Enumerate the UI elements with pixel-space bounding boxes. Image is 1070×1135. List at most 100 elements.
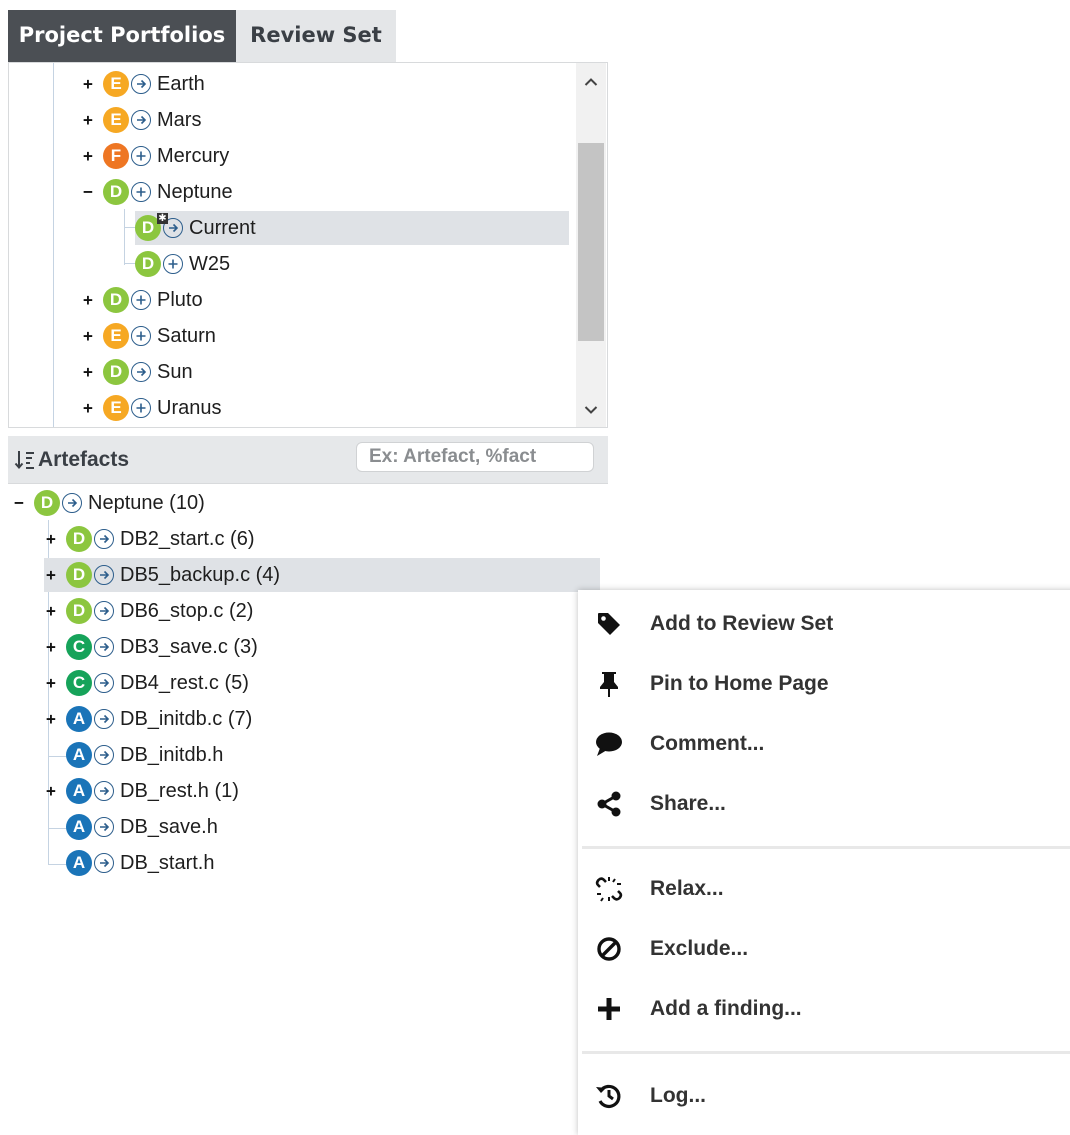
artefact-row[interactable]: A DB_start.h bbox=[66, 846, 214, 880]
menu-item-add-to-review-set[interactable]: Add to Review Set bbox=[578, 594, 1070, 654]
artefact-row[interactable]: + C DB4_rest.c (5) bbox=[44, 666, 249, 700]
artefact-row[interactable]: + D DB2_start.c (6) bbox=[44, 522, 254, 556]
expand-icon[interactable]: + bbox=[81, 328, 95, 344]
navigate-arrow-icon[interactable] bbox=[94, 565, 114, 585]
sort-icon[interactable] bbox=[14, 449, 36, 471]
grade-badge: E bbox=[103, 107, 129, 133]
artefact-row[interactable]: + A DB_initdb.c (7) bbox=[44, 702, 252, 736]
tab-review-set[interactable]: Review Set bbox=[236, 10, 396, 62]
expand-icon[interactable]: + bbox=[44, 603, 58, 619]
expand-icon[interactable]: + bbox=[81, 400, 95, 416]
navigate-arrow-icon[interactable] bbox=[94, 673, 114, 693]
menu-item-label: Relax... bbox=[650, 877, 724, 900]
artefacts-header: Artefacts bbox=[8, 436, 608, 484]
add-plus-icon[interactable] bbox=[163, 254, 183, 274]
add-plus-icon[interactable] bbox=[131, 398, 151, 418]
expand-icon[interactable]: + bbox=[81, 76, 95, 92]
navigate-arrow-icon[interactable] bbox=[94, 709, 114, 729]
expand-icon[interactable]: + bbox=[81, 364, 95, 380]
menu-item-share[interactable]: Share... bbox=[578, 774, 1070, 834]
portfolio-tree: + E Earth + E Mars + F Mercury − D Neptu… bbox=[8, 62, 608, 428]
navigate-arrow-icon[interactable] bbox=[131, 110, 151, 130]
tree-item-neptune[interactable]: − D Neptune bbox=[81, 175, 233, 209]
tree-item-w25[interactable]: D W25 bbox=[135, 247, 230, 281]
expand-icon[interactable]: + bbox=[44, 711, 58, 727]
artefact-row[interactable]: + D DB6_stop.c (2) bbox=[44, 594, 253, 628]
tree-item-current[interactable]: D ✱ Current bbox=[135, 211, 569, 245]
expand-icon[interactable]: + bbox=[44, 567, 58, 583]
tree-item-sun[interactable]: + D Sun bbox=[81, 355, 193, 389]
chevron-down-icon[interactable] bbox=[576, 395, 606, 425]
navigate-arrow-icon[interactable] bbox=[131, 362, 151, 382]
grade-badge: E bbox=[103, 71, 129, 97]
menu-item-add-a-finding[interactable]: Add a finding... bbox=[578, 979, 1070, 1039]
grade-badge: A bbox=[66, 742, 92, 768]
tab-bar: Project Portfolios Review Set bbox=[8, 10, 396, 62]
grade-badge: D bbox=[103, 179, 129, 205]
tree-item-uranus[interactable]: + E Uranus bbox=[81, 391, 221, 425]
artefact-row[interactable]: A DB_save.h bbox=[66, 810, 218, 844]
artefact-row-selected[interactable]: + D DB5_backup.c (4) bbox=[44, 558, 600, 592]
tree-item-earth[interactable]: + E Earth bbox=[81, 67, 205, 101]
navigate-arrow-icon[interactable] bbox=[94, 853, 114, 873]
navigate-arrow-icon[interactable] bbox=[94, 781, 114, 801]
navigate-arrow-icon[interactable] bbox=[94, 601, 114, 621]
comment-icon bbox=[594, 729, 624, 759]
collapse-icon[interactable]: − bbox=[81, 184, 95, 200]
tree-item-mercury[interactable]: + F Mercury bbox=[81, 139, 229, 173]
menu-item-comment[interactable]: Comment... bbox=[578, 714, 1070, 774]
add-plus-icon[interactable] bbox=[131, 146, 151, 166]
expand-icon[interactable]: + bbox=[81, 112, 95, 128]
grade-badge: D bbox=[103, 359, 129, 385]
scroll-thumb[interactable] bbox=[578, 143, 604, 341]
tree-item-mars[interactable]: + E Mars bbox=[81, 103, 201, 137]
artefact-row[interactable]: + A DB_rest.h (1) bbox=[44, 774, 239, 808]
menu-item-pin-to-home-page[interactable]: Pin to Home Page bbox=[578, 654, 1070, 714]
add-plus-icon[interactable] bbox=[131, 182, 151, 202]
artefact-label: DB5_backup.c (4) bbox=[120, 563, 281, 586]
artefacts-tree: − D Neptune (10) + D DB2_start.c (6) + D… bbox=[0, 484, 610, 884]
navigate-arrow-icon[interactable] bbox=[94, 745, 114, 765]
navigate-arrow-icon[interactable] bbox=[62, 493, 82, 513]
context-menu: Add to Review Set Pin to Home Page Comme… bbox=[578, 590, 1070, 1135]
expand-icon[interactable]: + bbox=[44, 639, 58, 655]
artefact-row-neptune[interactable]: − D Neptune (10) bbox=[12, 486, 205, 520]
grade-badge: A bbox=[66, 814, 92, 840]
chevron-up-icon[interactable] bbox=[576, 67, 606, 97]
menu-item-label: Pin to Home Page bbox=[650, 672, 829, 695]
artefact-row[interactable]: A DB_initdb.h bbox=[66, 738, 223, 772]
add-plus-icon[interactable] bbox=[131, 326, 151, 346]
navigate-arrow-icon[interactable] bbox=[94, 637, 114, 657]
expand-icon[interactable]: + bbox=[81, 148, 95, 164]
expand-icon[interactable]: + bbox=[44, 783, 58, 799]
artefact-label: Neptune (10) bbox=[88, 491, 205, 514]
tree-line bbox=[48, 828, 68, 829]
ban-icon bbox=[594, 934, 624, 964]
menu-item-log[interactable]: Log... bbox=[578, 1066, 1070, 1126]
tree-item-pluto[interactable]: + D Pluto bbox=[81, 283, 203, 317]
tab-project-portfolios[interactable]: Project Portfolios bbox=[8, 10, 236, 62]
artefact-label: DB_start.h bbox=[120, 851, 215, 874]
artefact-label: DB_rest.h (1) bbox=[120, 779, 239, 802]
navigate-arrow-icon[interactable] bbox=[131, 74, 151, 94]
menu-item-relax[interactable]: Relax... bbox=[578, 859, 1070, 919]
tree-item-label: Mars bbox=[157, 108, 202, 131]
pin-icon bbox=[594, 669, 624, 699]
collapse-icon[interactable]: − bbox=[12, 495, 26, 511]
artefact-search-input[interactable] bbox=[356, 442, 594, 472]
tree-item-label: Uranus bbox=[157, 396, 222, 419]
expand-icon[interactable]: + bbox=[44, 675, 58, 691]
tree-line bbox=[48, 864, 68, 865]
add-plus-icon[interactable] bbox=[131, 290, 151, 310]
tree-item-saturn[interactable]: + E Saturn bbox=[81, 319, 216, 353]
expand-icon[interactable]: + bbox=[81, 292, 95, 308]
navigate-arrow-icon[interactable] bbox=[94, 529, 114, 549]
menu-item-exclude[interactable]: Exclude... bbox=[578, 919, 1070, 979]
grade-badge: A bbox=[66, 706, 92, 732]
tree-item-label: Mercury bbox=[157, 144, 230, 167]
navigate-arrow-icon[interactable] bbox=[94, 817, 114, 837]
expand-icon[interactable]: + bbox=[44, 531, 58, 547]
star-icon: ✱ bbox=[157, 213, 168, 224]
artefact-row[interactable]: + C DB3_save.c (3) bbox=[44, 630, 258, 664]
vertical-scrollbar[interactable] bbox=[576, 63, 606, 427]
